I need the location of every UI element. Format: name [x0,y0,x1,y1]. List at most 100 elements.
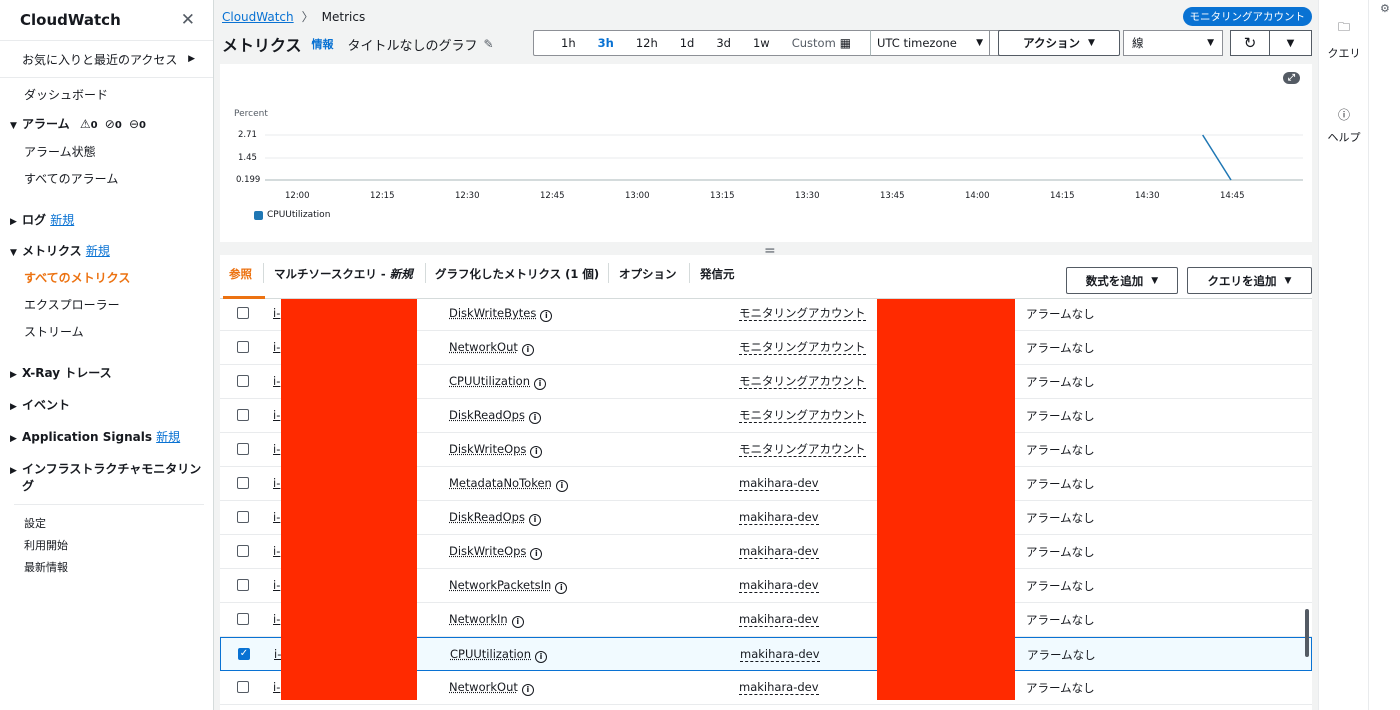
instance-id-link[interactable]: i- [273,612,280,626]
add-math-label: 数式を追加 [1085,273,1144,288]
chart-legend[interactable]: CPUUtilization [254,210,330,220]
row-checkbox[interactable]: ✓ [238,648,250,660]
tab-options[interactable]: オプション [619,266,677,282]
info-icon[interactable]: i [530,548,543,560]
x-tick: 14:30 [1135,191,1160,201]
sidebar-item-all-metrics[interactable]: すべてのメトリクス [24,269,130,286]
actions-dropdown[interactable]: アクション ▼ [998,30,1120,56]
metric-name: NetworkOut i [449,340,534,356]
sidebar-group-logs[interactable]: ▶ ログ 新規 [10,211,74,228]
tab-multi-source[interactable]: マルチソースクエリ - 新規 [274,266,413,282]
graph-title[interactable]: タイトルなしのグラフ [348,35,478,54]
divider [263,263,264,283]
row-checkbox[interactable] [237,443,249,455]
sidebar-item-settings[interactable]: 設定 [24,515,46,531]
rail-query[interactable]: 🗀 クエリ [1319,18,1369,61]
row-checkbox[interactable] [237,375,249,387]
tab-graphed-metrics[interactable]: グラフ化したメトリクス (1 個) [435,266,599,282]
settings-icon[interactable]: ⚙ [1380,2,1390,15]
graph-type-select[interactable]: 線 ▼ [1123,30,1223,56]
info-icon[interactable]: i [530,446,543,458]
new-badge-app-signals[interactable]: 新規 [156,430,180,444]
sidebar-item-getting-started[interactable]: 利用開始 [24,537,68,553]
edit-icon[interactable]: ✎ [484,37,494,51]
row-checkbox[interactable] [237,341,249,353]
sidebar-item-alarm-state[interactable]: アラーム状態 [24,143,96,160]
info-icon[interactable]: i [540,310,553,322]
account-label: makihara-dev [739,476,819,491]
instance-id-link[interactable]: i- [273,374,280,388]
account-label: モニタリングアカウント [739,340,866,355]
time-range-3h[interactable]: 3h [587,36,625,50]
x-tick: 14:15 [1050,191,1075,201]
row-checkbox[interactable] [237,307,249,319]
x-tick: 13:30 [795,191,820,201]
timezone-select[interactable]: UTC timezone ▼ [870,30,990,56]
scrollbar[interactable] [1305,609,1309,657]
expand-graph-button[interactable]: ⤢ [1282,72,1300,84]
instance-id-link[interactable]: i- [273,510,280,524]
row-checkbox[interactable] [237,579,249,591]
instance-id-link[interactable]: i- [273,408,280,422]
favorites-menu[interactable]: お気に入りと最近のアクセス ▶ [0,41,213,77]
new-badge-metrics[interactable]: 新規 [86,244,110,258]
tab-source[interactable]: 発信元 [700,266,735,282]
sidebar-group-app-signals[interactable]: ▶ Application Signals 新規 [10,428,180,445]
info-icon[interactable]: i [521,684,534,696]
tab-browse[interactable]: 参照 [229,266,252,282]
instance-id-link[interactable]: i- [273,340,280,354]
time-range-1w[interactable]: 1w [742,36,781,50]
alarm-status: アラームなし [1026,409,1095,423]
sidebar-group-events[interactable]: ▶ イベント [10,396,70,413]
instance-id-link[interactable]: i- [273,476,280,490]
calendar-icon[interactable]: ▦ [840,36,851,50]
time-range-12h[interactable]: 12h [625,36,669,50]
sidebar-item-explorer[interactable]: エクスプローラー [24,296,120,313]
instance-id-link[interactable]: i- [273,578,280,592]
row-checkbox[interactable] [237,511,249,523]
row-checkbox[interactable] [237,477,249,489]
add-math-button[interactable]: 数式を追加 ▼ [1066,267,1178,294]
rail-help[interactable]: ⓘ ヘルプ [1319,106,1369,145]
info-icon[interactable]: i [555,480,568,492]
info-icon[interactable]: i [555,582,568,594]
time-range-3d[interactable]: 3d [705,36,742,50]
rail-help-label: ヘルプ [1327,131,1361,144]
instance-id-link[interactable]: i- [273,544,280,558]
instance-id-link[interactable]: i- [273,680,280,694]
new-badge-logs[interactable]: 新規 [50,213,74,227]
breadcrumb-cloudwatch[interactable]: CloudWatch [222,10,294,24]
instance-id-link[interactable]: i- [273,306,280,320]
info-icon[interactable]: i [534,378,547,390]
row-checkbox[interactable] [237,681,249,693]
metric-name: DiskWriteOps i [449,442,543,458]
info-icon[interactable]: i [521,344,534,356]
sidebar-item-streams[interactable]: ストリーム [24,323,84,340]
row-checkbox[interactable] [237,613,249,625]
info-link[interactable]: 情報 [312,36,334,52]
add-query-button[interactable]: クエリを追加 ▼ [1187,267,1312,294]
info-icon[interactable]: i [528,412,541,424]
y-tick: 1.45 [238,153,257,163]
metric-name: DiskWriteOps i [449,544,543,560]
sidebar-group-xray[interactable]: ▶ X-Ray トレース [10,364,112,381]
sidebar-item-whats-new[interactable]: 最新情報 [24,559,68,575]
instance-id-link[interactable]: i- [273,442,280,456]
time-range-1h[interactable]: 1h [550,36,587,50]
refresh-interval-dropdown[interactable]: ▼ [1270,30,1312,56]
custom-range-button[interactable]: Custom [781,36,840,50]
sidebar-group-alarms[interactable]: ▼ アラーム ⚠0 ⊘0 ⊖0 [10,115,146,132]
sidebar-group-metrics[interactable]: ▼ メトリクス 新規 [10,242,110,259]
close-icon[interactable]: ✕ [181,10,195,30]
sidebar-item-dashboard[interactable]: ダッシュボード [24,86,108,103]
info-icon[interactable]: i [511,616,524,628]
row-checkbox[interactable] [237,409,249,421]
divider [425,263,426,283]
sidebar-group-infra[interactable]: ▶ インフラストラクチャモニタリン [10,460,201,477]
time-range-1d[interactable]: 1d [669,36,706,50]
sidebar-item-all-alarms[interactable]: すべてのアラーム [24,170,118,187]
row-checkbox[interactable] [237,545,249,557]
info-icon[interactable]: i [535,651,548,663]
info-icon[interactable]: i [528,514,541,526]
refresh-button[interactable]: ↻ [1230,30,1270,56]
